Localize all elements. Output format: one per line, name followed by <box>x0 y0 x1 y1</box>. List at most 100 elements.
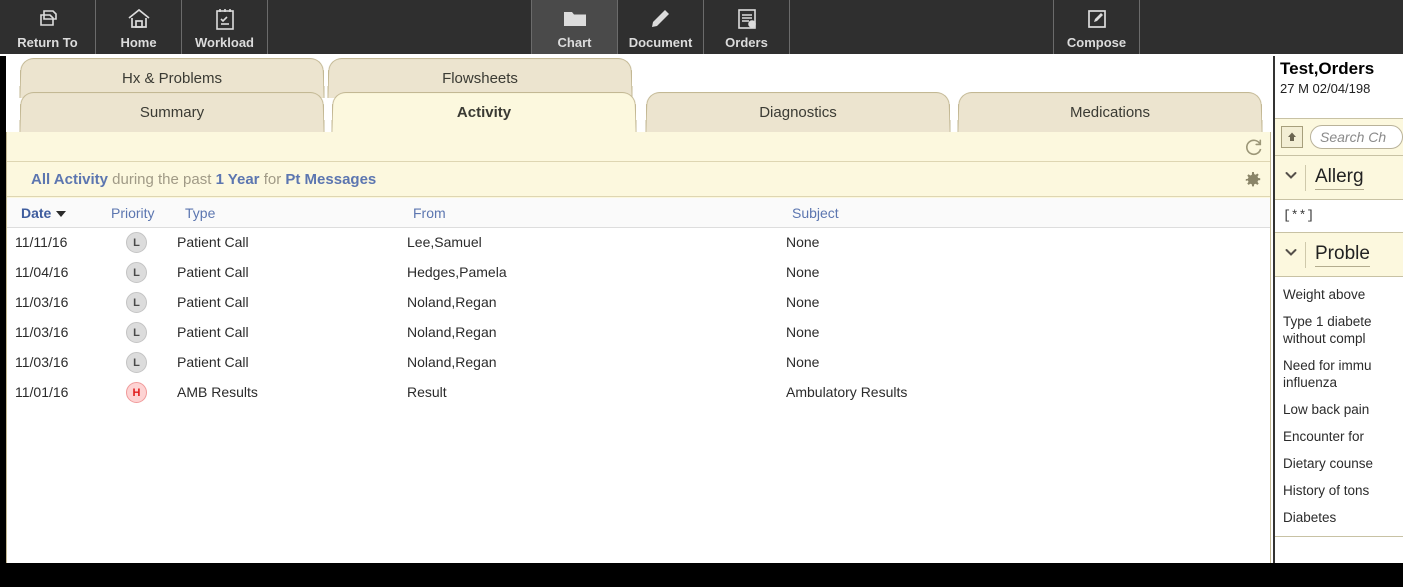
section-title-allergies[interactable]: Allerg <box>1315 166 1364 190</box>
toolbar-label: Chart <box>557 35 592 50</box>
toolbar-label: Document <box>628 35 693 50</box>
up-arrow-box-icon[interactable] <box>1281 126 1303 148</box>
cell-subject: None <box>786 234 820 250</box>
filter-target-link[interactable]: Pt Messages <box>285 171 376 188</box>
table-row[interactable]: 11/01/16 H AMB Results Result Ambulatory… <box>7 378 1270 408</box>
chevron-down-icon[interactable] <box>1283 244 1301 265</box>
toolbar-label: Return To <box>17 35 78 50</box>
toolbar-button-orders[interactable]: Orders <box>704 0 790 54</box>
cell-type: Patient Call <box>177 234 249 250</box>
column-header-subject[interactable]: Subject <box>792 205 839 221</box>
notepad-icon <box>736 5 758 32</box>
toolbar-label: Compose <box>1066 35 1127 50</box>
filter-for-text: for <box>263 171 282 188</box>
allergy-value: [**] <box>1283 208 1315 223</box>
ehr-application-window: Return To Home Workload Chart Document O… <box>0 0 1403 587</box>
tab-label: Medications <box>1069 104 1151 122</box>
cell-from: Noland,Regan <box>407 324 497 340</box>
refresh-icon[interactable] <box>1244 137 1264 157</box>
patient-demographics: 27 M 02/04/198 <box>1280 81 1371 96</box>
search-input[interactable]: Search Ch <box>1310 125 1403 149</box>
table-row[interactable]: 11/03/16 L Patient Call Noland,Regan Non… <box>7 288 1270 318</box>
problem-line-1: Low back pain <box>1283 402 1370 417</box>
chevron-down-icon[interactable] <box>1283 167 1301 188</box>
list-item[interactable]: History of tons <box>1283 482 1403 499</box>
cell-type: Patient Call <box>177 294 249 310</box>
compose-square-pencil-icon <box>1085 5 1109 32</box>
toolbar-spacer-left <box>268 0 532 54</box>
tab-summary[interactable]: Summary <box>19 92 325 133</box>
toolbar-label: Home <box>120 35 157 50</box>
priority-badge: L <box>126 262 147 283</box>
list-item[interactable]: Low back pain <box>1283 401 1403 418</box>
list-item[interactable]: Type 1 diabete without compl <box>1283 313 1403 347</box>
chart-tab-area: Hx & Problems Flowsheets Summary Activit… <box>0 56 1271 587</box>
cell-date: 11/03/16 <box>15 294 69 310</box>
list-item[interactable]: Diabetes <box>1283 509 1403 526</box>
tab-medications[interactable]: Medications <box>957 92 1263 133</box>
filter-scope-link[interactable]: All Activity <box>31 171 108 188</box>
priority-badge: L <box>126 352 147 373</box>
table-row[interactable]: 11/11/16 L Patient Call Lee,Samuel None <box>7 228 1270 258</box>
column-header-priority[interactable]: Priority <box>111 205 155 221</box>
cell-date: 11/01/16 <box>15 384 69 400</box>
main-toolbar: Return To Home Workload Chart Document O… <box>0 0 1403 56</box>
tab-label: Diagnostics <box>759 104 837 122</box>
cell-type: AMB Results <box>177 384 258 400</box>
toolbar-button-document[interactable]: Document <box>618 0 704 54</box>
toolbar-button-home[interactable]: Home <box>96 0 182 54</box>
column-header-from[interactable]: From <box>413 205 446 221</box>
table-row[interactable]: 11/03/16 L Patient Call Noland,Regan Non… <box>7 318 1270 348</box>
cell-from: Hedges,Pamela <box>407 264 507 280</box>
column-header-date[interactable]: Date <box>21 205 67 221</box>
toolbar-button-compose[interactable]: Compose <box>1054 0 1140 54</box>
problem-line-1: History of tons <box>1283 483 1370 498</box>
list-item[interactable]: Need for immu influenza <box>1283 357 1403 391</box>
chart-search-row: Search Ch <box>1275 118 1403 156</box>
cell-subject: Ambulatory Results <box>786 384 908 400</box>
list-item[interactable]: Encounter for <box>1283 428 1403 445</box>
cell-type: Patient Call <box>177 324 249 340</box>
filter-during-text: during the past <box>112 171 212 188</box>
toolbar-button-workload[interactable]: Workload <box>182 0 268 54</box>
table-row[interactable]: 11/03/16 L Patient Call Noland,Regan Non… <box>7 348 1270 378</box>
filter-range-link[interactable]: 1 Year <box>216 171 260 188</box>
priority-badge: L <box>126 322 147 343</box>
cell-date: 11/03/16 <box>15 324 69 340</box>
gear-icon[interactable] <box>1244 171 1262 189</box>
list-item[interactable]: Weight above <box>1283 286 1403 303</box>
home-icon <box>126 5 152 32</box>
tab-activity[interactable]: Activity <box>331 92 637 133</box>
problem-line-1: Weight above <box>1283 287 1366 302</box>
cell-date: 11/04/16 <box>15 264 69 280</box>
sort-descending-icon <box>56 211 67 218</box>
section-divider <box>1305 164 1306 191</box>
tab-label: Hx & Problems <box>121 70 223 88</box>
column-header-label: Date <box>21 205 52 221</box>
problem-line-1: Dietary counse <box>1283 456 1374 471</box>
section-header-allergies[interactable]: Allerg <box>1275 156 1403 200</box>
table-row[interactable]: 11/04/16 L Patient Call Hedges,Pamela No… <box>7 258 1270 288</box>
window-footer-bar <box>0 563 1403 587</box>
cell-subject: None <box>786 294 820 310</box>
tab-diagnostics[interactable]: Diagnostics <box>645 92 951 133</box>
toolbar-button-return-to[interactable]: Return To <box>0 0 96 54</box>
cell-subject: None <box>786 264 820 280</box>
cell-from: Noland,Regan <box>407 354 497 370</box>
patient-header: Test,Orders 27 M 02/04/198 <box>1275 56 1403 118</box>
toolbar-label: Orders <box>725 35 768 50</box>
pencil-icon <box>649 5 673 32</box>
list-item[interactable]: Dietary counse <box>1283 455 1403 472</box>
problem-line-1: Encounter for <box>1283 429 1365 444</box>
problem-line-2: influenza <box>1283 375 1338 390</box>
filter-description: All Activity during the past 1 Year for … <box>31 171 376 189</box>
section-title-problems[interactable]: Proble <box>1315 243 1370 267</box>
column-header-type[interactable]: Type <box>185 205 215 221</box>
toolbar-button-chart[interactable]: Chart <box>532 0 618 54</box>
cell-subject: None <box>786 324 820 340</box>
section-header-problems[interactable]: Proble <box>1275 233 1403 277</box>
problem-list: Weight above Type 1 diabete without comp… <box>1275 277 1403 526</box>
activity-panel: All Activity during the past 1 Year for … <box>6 132 1271 587</box>
clipboard-check-icon <box>214 5 236 32</box>
cell-from: Result <box>407 384 447 400</box>
